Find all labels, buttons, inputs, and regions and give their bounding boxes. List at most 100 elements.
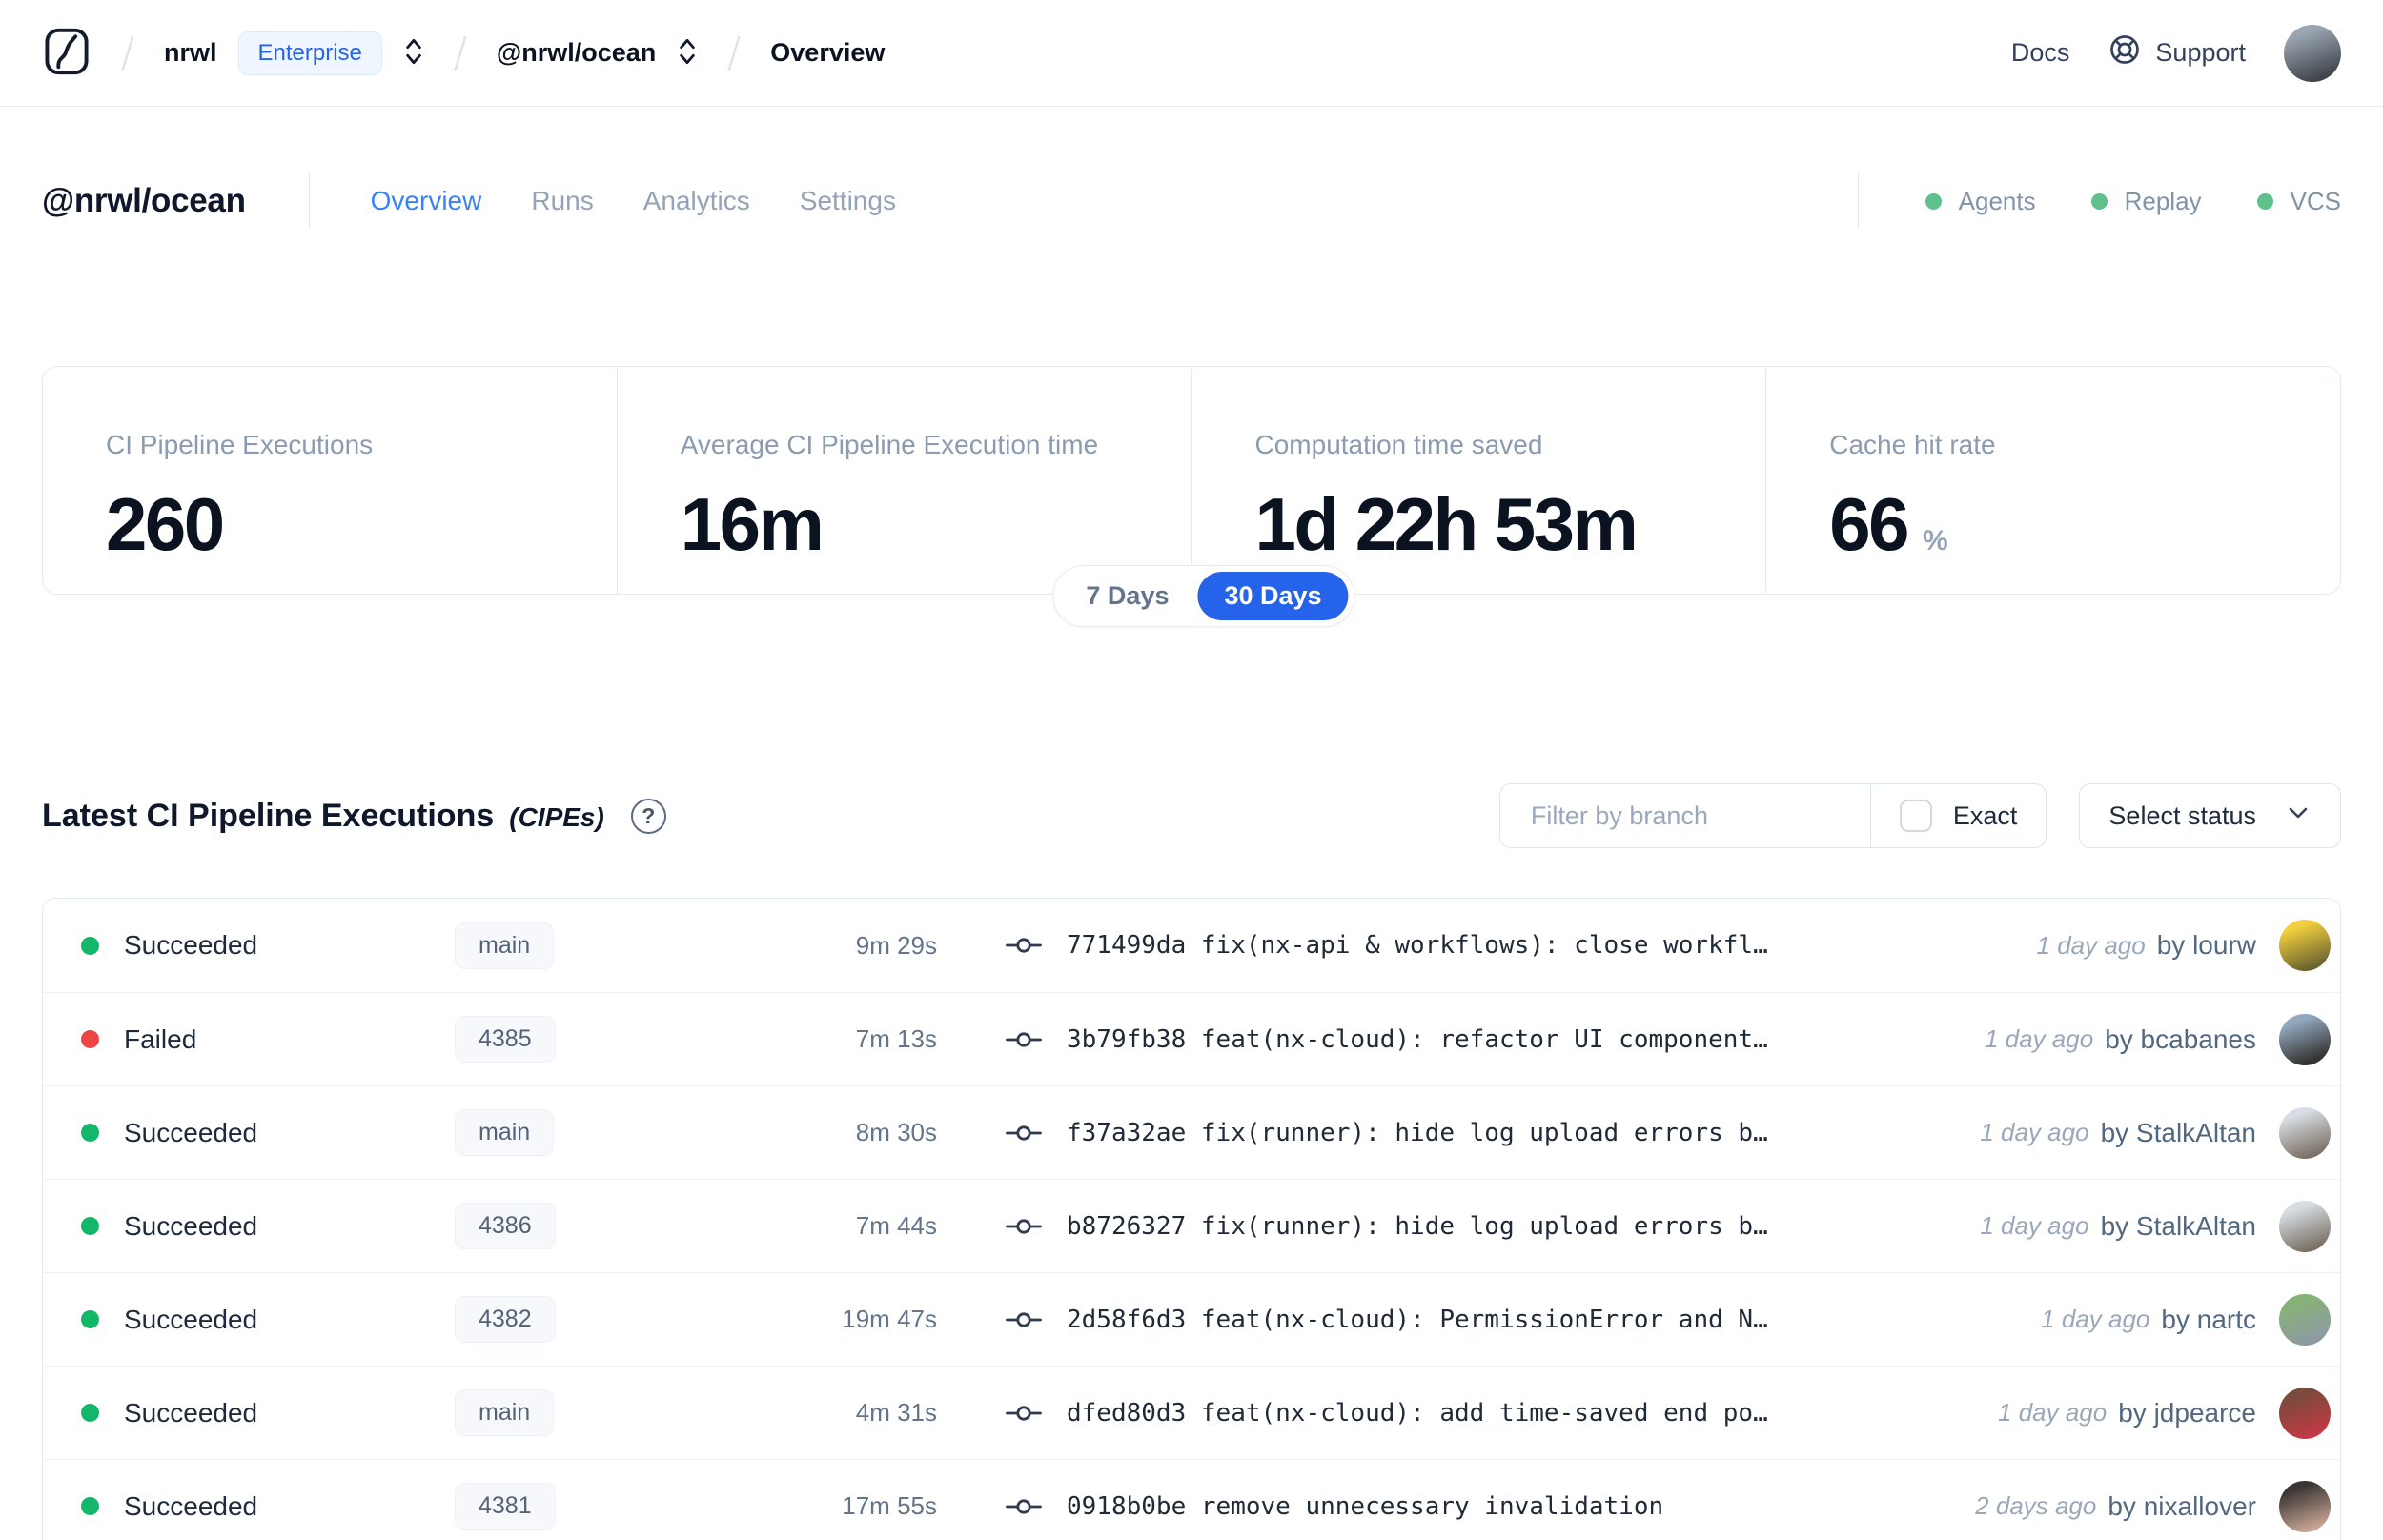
branch-badge: main [455,1109,555,1156]
branch-cell: 4381 [455,1483,701,1530]
git-commit-icon [1006,935,1042,956]
git-commit-icon [1006,1029,1042,1050]
chevron-down-icon [2285,800,2312,833]
commit-time: 1 day ago [2036,930,2146,960]
workspace-header: @nrwl/ocean Overview Runs Analytics Sett… [42,173,2341,229]
help-icon[interactable]: ? [630,798,666,834]
exact-checkbox[interactable] [1899,800,1932,832]
cipe-row[interactable]: Failed 4385 7m 13s 3b79fb38 feat(nx-clou… [43,992,2340,1085]
support-label: Support [2155,38,2246,67]
cipe-header: Latest CI Pipeline Executions (CIPEs) ? … [42,783,2341,848]
stats-section: CI Pipeline Executions 260 Average CI Pi… [42,366,2341,627]
status-text: Succeeded [124,1304,258,1334]
top-navbar: nrwl Enterprise @nrwl/ocean Overview Doc… [0,0,2383,107]
status-text: Succeeded [124,1397,258,1428]
duration: 7m 44s [855,1211,937,1240]
commit-cell: 771499da fix(nx-api & workflows): close … [1006,931,2037,960]
stat-label: Cache hit rate [1829,430,1996,459]
commit-cell: 3b79fb38 feat(nx-cloud): refactor UI com… [1006,1025,1985,1054]
status-dot-icon [81,1217,99,1235]
divider [1857,173,1859,229]
cipe-row[interactable]: Succeeded 4386 7m 44s b8726327 fix(runne… [43,1179,2340,1272]
branch-cell: 4385 [455,1016,701,1063]
status-cell: Succeeded [81,1305,455,1335]
branch-badge: main [455,1389,555,1436]
workspace-tabs: Overview Runs Analytics Settings [371,186,896,216]
stat-card: Cache hit rate 66 % [1765,367,2340,594]
workspace-selector[interactable]: @nrwl/ocean [497,35,698,71]
meta-cell: 1 day ago by jdpearce [1998,1387,2331,1439]
tab-runs[interactable]: Runs [531,186,593,216]
status-dot-icon [81,936,99,955]
range-option[interactable]: 30 Days [1197,572,1349,620]
commit-author: by nixallover [2108,1490,2256,1521]
stat-card: Average CI Pipeline Execution time 16m [616,367,1192,594]
docs-link[interactable]: Docs [2011,38,2070,68]
cipe-row[interactable]: Succeeded main 9m 29s 771499da fix(nx-ap… [43,899,2340,992]
commit-cell: 2d58f6d3 feat(nx-cloud): PermissionError… [1006,1306,2041,1334]
nx-cloud-logo[interactable] [42,27,92,79]
tab-settings[interactable]: Settings [800,186,896,216]
status-cell: Succeeded [81,1118,455,1148]
main-content: @nrwl/ocean Overview Runs Analytics Sett… [0,173,2383,1540]
enterprise-badge: Enterprise [237,30,382,75]
divider [308,173,310,229]
commit-text: 771499da fix(nx-api & workflows): close … [1067,931,1768,960]
commit-hash: 3b79fb38 [1067,1024,1187,1054]
branch-badge: 4385 [455,1016,556,1063]
support-link[interactable]: Support [2108,32,2246,73]
stat-suffix: % [1923,525,1948,557]
date-range-toggle: 7 Days 30 Days [1052,565,1355,627]
stat-label: Average CI Pipeline Execution time [680,430,1099,459]
feature-indicators: Agents Replay VCS [1925,187,2341,216]
cipe-row[interactable]: Succeeded 4381 17m 55s 0918b0be remove u… [43,1459,2340,1540]
commit-text: f37a32ae fix(runner): hide log upload er… [1067,1119,1768,1147]
docs-label: Docs [2010,38,2070,67]
indicator-replay[interactable]: Replay [2090,187,2202,216]
commit-author: by lourw [2156,930,2256,960]
cipe-row[interactable]: Succeeded 4382 19m 47s 2d58f6d3 feat(nx-… [43,1272,2340,1366]
exact-toggle[interactable]: Exact [1871,800,2047,832]
commit-time: 1 day ago [1998,1398,2108,1427]
stat-number: 260 [106,482,225,566]
cipe-row[interactable]: Succeeded main 4m 31s dfed80d3 feat(nx-c… [43,1366,2340,1459]
status-dot-icon [81,1497,99,1515]
status-select[interactable]: Select status [2079,783,2341,848]
commit-cell: 0918b0be remove unnecessary invalidation [1006,1492,1975,1521]
status-dot-icon [81,1310,99,1328]
status-text: Succeeded [124,930,258,960]
commit-text: 3b79fb38 feat(nx-cloud): refactor UI com… [1067,1025,1768,1054]
status-dot-icon [2256,192,2273,210]
breadcrumb-separator [120,30,135,76]
cipe-controls: Exact Select status [1498,783,2341,848]
author-avatar [2279,1293,2331,1346]
org-name: nrwl [164,38,217,67]
commit-hash: dfed80d3 [1067,1398,1187,1428]
stat-number: 16m [680,482,825,566]
branch-cell: main [455,922,701,969]
branch-badge: 4381 [455,1483,556,1530]
nx-cloud-logo-icon [42,27,92,79]
cipe-row[interactable]: Succeeded main 8m 30s f37a32ae fix(runne… [43,1085,2340,1179]
range-option[interactable]: 7 Days [1059,572,1195,620]
commit-author: by jdpearce [2118,1397,2256,1428]
stat-card: Computation time saved 1d 22h 53m [1191,367,1766,594]
status-dot-icon [1925,192,1942,210]
git-commit-icon [1006,1216,1042,1237]
tab-overview[interactable]: Overview [371,186,482,216]
chevron-updown-icon [677,35,698,71]
workspace-title: @nrwl/ocean [42,182,246,219]
indicator-agents[interactable]: Agents [1925,187,2036,216]
stat-card: CI Pipeline Executions 260 [43,367,617,594]
cipe-title: Latest CI Pipeline Executions (CIPEs) [42,798,604,835]
branch-filter-input[interactable] [1499,784,1870,847]
org-selector[interactable]: nrwl Enterprise [164,30,424,75]
status-cell: Succeeded [81,1211,455,1242]
tab-analytics[interactable]: Analytics [643,186,750,216]
commit-text: b8726327 fix(runner): hide log upload er… [1067,1212,1768,1241]
commit-author: by StalkAltan [2100,1117,2256,1147]
indicator-vcs[interactable]: VCS [2256,187,2341,216]
exact-label: Exact [1952,800,2018,830]
user-avatar[interactable] [2284,24,2341,82]
meta-cell: 1 day ago by bcabanes [1985,1013,2331,1065]
